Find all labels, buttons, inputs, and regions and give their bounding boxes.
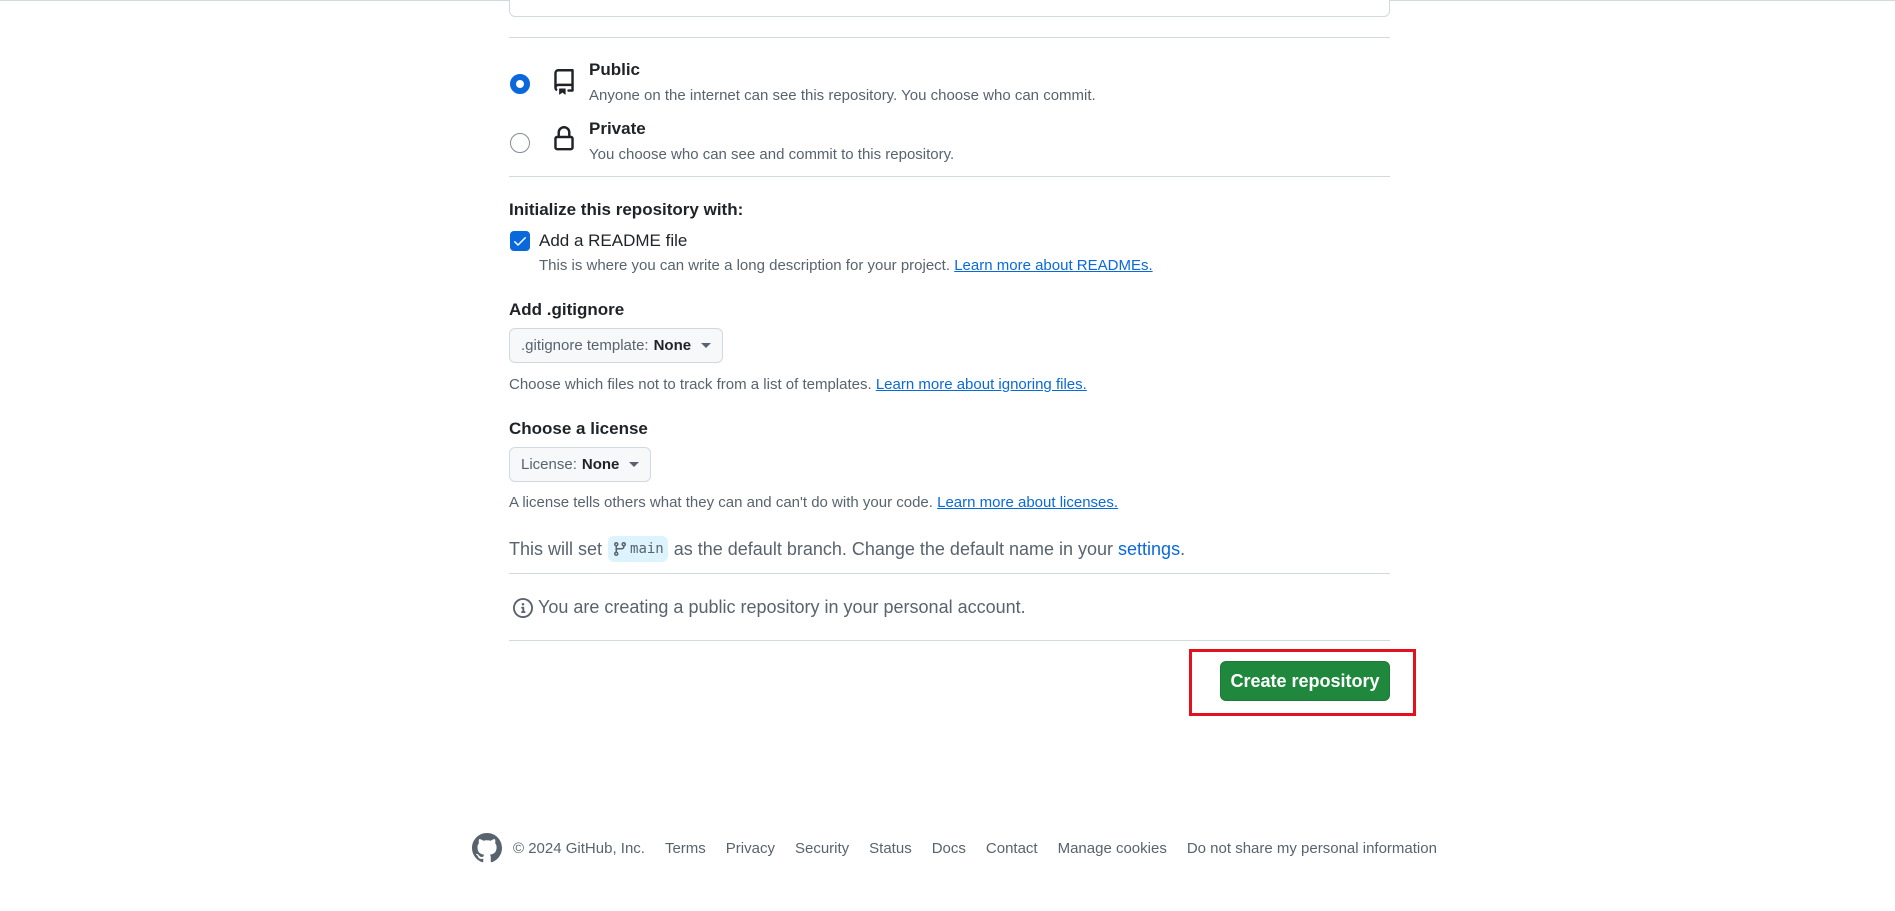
description-input[interactable] [509, 0, 1390, 17]
default-branch-notice: This will set main as the default branch… [509, 536, 1185, 562]
private-radio[interactable] [510, 133, 530, 153]
license-dropdown[interactable]: License: None [509, 447, 652, 482]
gitignore-note: Choose which files not to track from a l… [509, 376, 1087, 393]
github-mark-icon[interactable] [472, 833, 502, 863]
settings-link[interactable]: settings [1118, 539, 1180, 560]
check-icon [514, 237, 526, 246]
visibility-option-private[interactable]: Private You choose who can see and commi… [509, 119, 1390, 169]
caret-down-icon [701, 343, 712, 348]
gitignore-template-dropdown[interactable]: .gitignore template: None [509, 328, 724, 363]
footer-link-do-not-share[interactable]: Do not share my personal information [1187, 840, 1437, 857]
account-info: You are creating a public repository in … [513, 597, 1026, 618]
divider [509, 176, 1390, 177]
license-dropdown-value: None [581, 456, 620, 473]
gitignore-description: Choose which files not to track from a l… [509, 376, 872, 393]
visibility-option-public[interactable]: Public Anyone on the internet can see th… [509, 60, 1390, 110]
info-icon [513, 597, 533, 618]
license-learn-more-link[interactable]: Learn more about licenses. [937, 494, 1118, 511]
branch-suffix: . [1180, 538, 1186, 559]
divider [509, 640, 1390, 641]
license-dropdown-label: License: [521, 456, 577, 473]
readme-label[interactable]: Add a README file [539, 231, 687, 251]
public-title: Public [589, 60, 641, 79]
footer-link-security[interactable]: Security [795, 840, 849, 857]
footer-copyright: © 2024 GitHub, Inc. [513, 839, 645, 857]
gitignore-dropdown-label: .gitignore template: [521, 337, 649, 354]
initialize-heading: Initialize this repository with: [509, 200, 744, 219]
license-heading: Choose a license [509, 419, 648, 438]
account-info-text: You are creating a public repository in … [538, 597, 1026, 617]
gitignore-learn-more-link[interactable]: Learn more about ignoring files. [876, 376, 1087, 393]
gitignore-dropdown-value: None [653, 337, 692, 354]
divider [509, 37, 1390, 38]
footer-link-status[interactable]: Status [869, 840, 912, 857]
branch-prefix: This will set [509, 538, 603, 559]
readme-learn-more-link[interactable]: Learn more about READMEs. [954, 257, 1152, 274]
branch-middle: as the default branch. Change the defaul… [673, 538, 1114, 559]
footer-link-privacy[interactable]: Privacy [726, 840, 775, 857]
footer-link-terms[interactable]: Terms [665, 840, 706, 857]
private-title: Private [589, 119, 646, 138]
divider [509, 573, 1390, 574]
footer-link-manage-cookies[interactable]: Manage cookies [1058, 840, 1167, 857]
readme-description: This is where you can write a long descr… [539, 257, 951, 274]
caret-down-icon [629, 462, 640, 467]
highlight-box [1189, 649, 1416, 716]
footer-link-docs[interactable]: Docs [932, 840, 966, 857]
footer-link-contact[interactable]: Contact [986, 840, 1038, 857]
public-description: Anyone on the internet can see this repo… [589, 87, 1096, 104]
footer: © 2024 GitHub, Inc. Terms Privacy Securi… [472, 830, 1437, 866]
lock-icon [554, 126, 574, 151]
private-description: You choose who can see and commit to thi… [589, 146, 955, 163]
readme-checkbox[interactable] [510, 231, 530, 251]
git-branch-icon [614, 542, 627, 557]
branch-name: main [630, 541, 664, 557]
license-description: A license tells others what they can and… [509, 494, 933, 511]
repo-icon [554, 69, 574, 95]
readme-note: This is where you can write a long descr… [539, 257, 1153, 274]
branch-chip: main [608, 536, 668, 562]
license-note: A license tells others what they can and… [509, 494, 1118, 511]
public-radio[interactable] [510, 74, 530, 94]
gitignore-heading: Add .gitignore [509, 300, 625, 319]
